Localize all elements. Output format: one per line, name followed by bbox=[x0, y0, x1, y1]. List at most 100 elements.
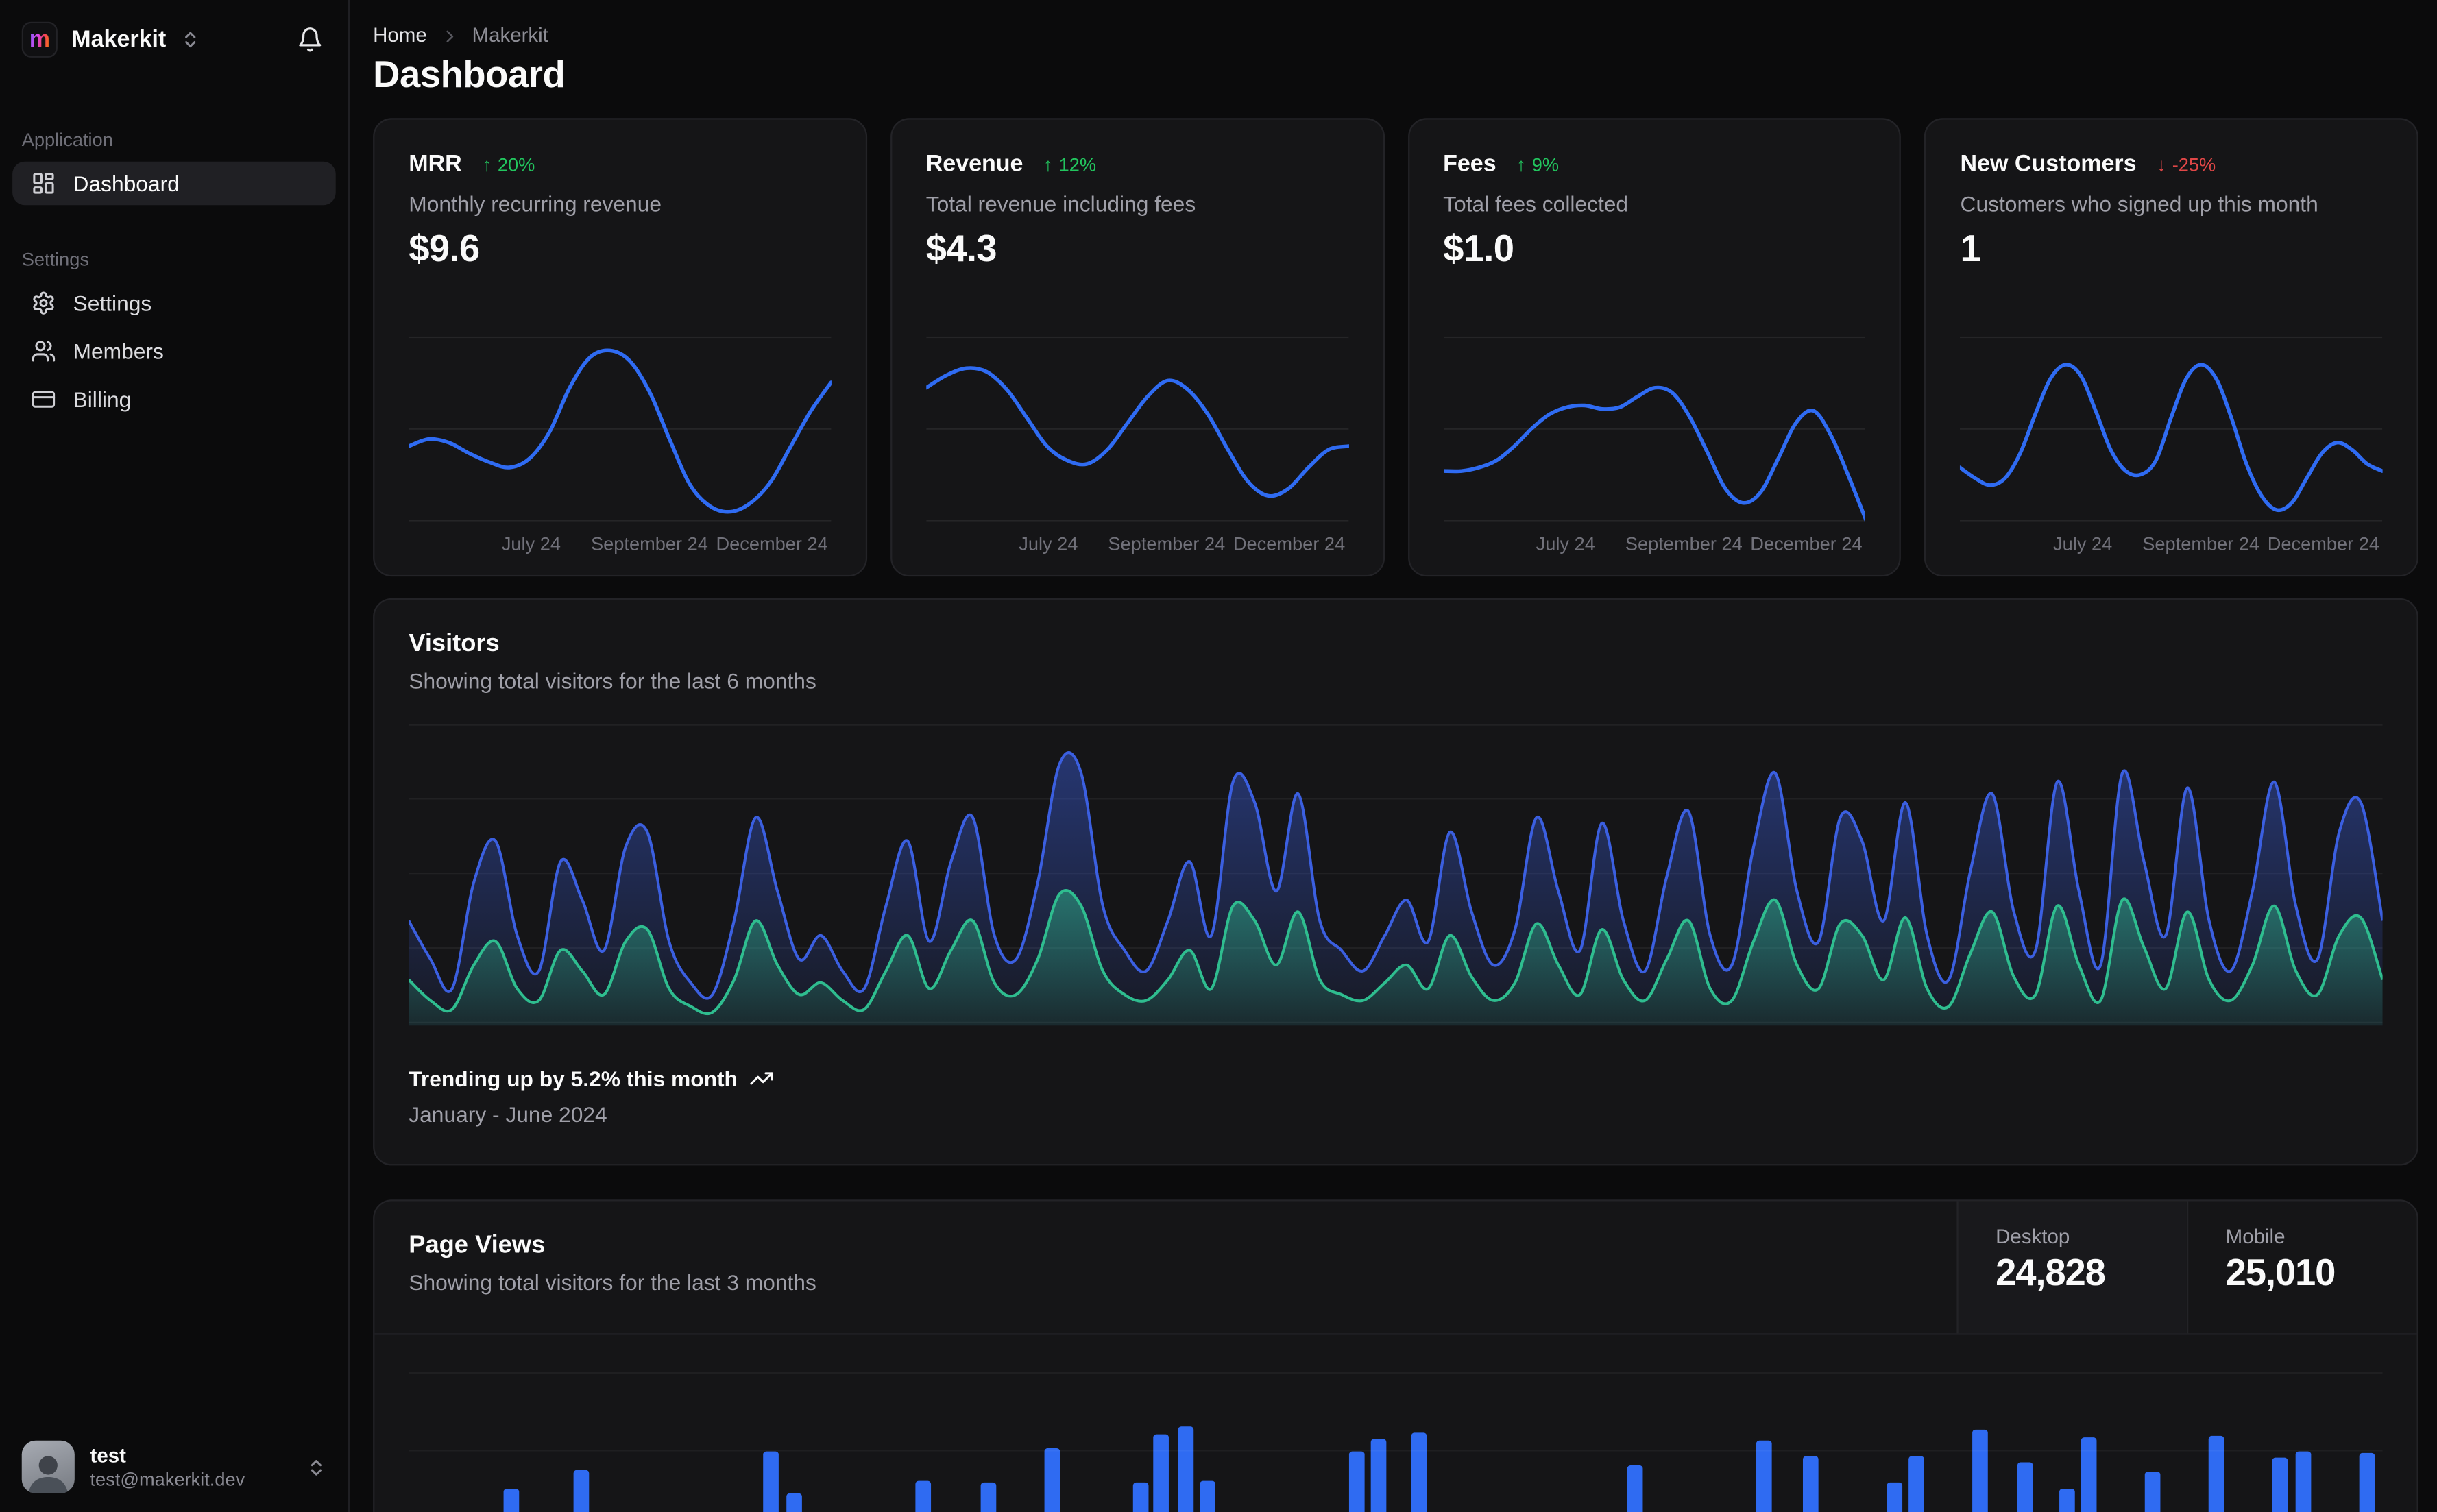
user-name: test bbox=[90, 1443, 126, 1467]
toggle-value: 24,828 bbox=[1996, 1252, 2106, 1295]
page-views-bar bbox=[1887, 1482, 1903, 1512]
x-tick: December 24 bbox=[2267, 533, 2380, 555]
x-tick: December 24 bbox=[1233, 533, 1346, 555]
page-views-bar bbox=[2144, 1472, 2161, 1512]
user-email: test@makerkit.dev bbox=[90, 1468, 245, 1491]
breadcrumb-home-link[interactable]: Home bbox=[373, 23, 427, 48]
stat-title: New Customers bbox=[1960, 150, 2137, 178]
bell-icon bbox=[297, 27, 324, 53]
page-views-bar-chart bbox=[409, 1335, 2383, 1512]
x-tick: July 24 bbox=[1536, 533, 1595, 555]
sidebar-item-members[interactable]: Members bbox=[12, 330, 336, 373]
trend-badge: ↑ 12% bbox=[1043, 153, 1096, 175]
trend-up-arrow-icon: ↑ bbox=[1043, 153, 1053, 175]
toggle-label: Desktop bbox=[1996, 1224, 2070, 1248]
page-views-bar bbox=[1627, 1465, 1643, 1512]
toggle-desktop[interactable]: Desktop 24,828 bbox=[1956, 1201, 2187, 1334]
main-content: Home Makerkit Dashboard MRR ↑ 20% Monthl… bbox=[350, 0, 2437, 1512]
x-tick: September 24 bbox=[1625, 533, 1743, 555]
x-tick: July 24 bbox=[2053, 533, 2113, 555]
spark-x-axis: July 24 September 24 December 24 bbox=[926, 522, 1348, 559]
stat-subtitle: Monthly recurring revenue bbox=[409, 191, 662, 217]
page-views-bar bbox=[786, 1493, 802, 1512]
sidebar-item-settings[interactable]: Settings bbox=[12, 281, 336, 324]
user-info: test test@makerkit.dev bbox=[90, 1443, 245, 1490]
breadcrumb: Home Makerkit bbox=[373, 23, 2418, 48]
trend-value: -25% bbox=[2172, 153, 2216, 175]
x-tick: July 24 bbox=[501, 533, 561, 555]
sidebar: m Makerkit Application Dashboard Setting… bbox=[0, 0, 350, 1512]
stat-card-mrr: MRR ↑ 20% Monthly recurring revenue $9.6… bbox=[373, 118, 867, 577]
stat-value: $1.0 bbox=[1443, 228, 1514, 271]
page-views-bar bbox=[503, 1488, 520, 1512]
trend-badge: ↑ 20% bbox=[482, 153, 535, 175]
stat-title: Fees bbox=[1443, 150, 1496, 178]
page-views-bar bbox=[573, 1470, 590, 1512]
trend-value: 12% bbox=[1058, 153, 1097, 175]
x-tick: December 24 bbox=[1750, 533, 1863, 555]
workspace-name: Makerkit bbox=[71, 26, 167, 53]
visitors-footer: Trending up by 5.2% this month January -… bbox=[409, 1066, 2382, 1127]
trend-badge: ↓ -25% bbox=[2157, 153, 2216, 175]
users-icon bbox=[31, 339, 56, 363]
page-views-bar bbox=[1370, 1439, 1387, 1512]
spark-x-axis: July 24 September 24 December 24 bbox=[1443, 522, 1865, 559]
stat-card-revenue: Revenue ↑ 12% Total revenue including fe… bbox=[890, 118, 1384, 577]
page-views-bar bbox=[1972, 1429, 1988, 1512]
stat-value: $4.3 bbox=[925, 228, 997, 271]
stat-subtitle: Customers who signed up this month bbox=[1960, 191, 2318, 217]
page-views-bar bbox=[915, 1480, 932, 1512]
avatar bbox=[21, 1440, 75, 1493]
trending-up-icon bbox=[749, 1066, 773, 1090]
visitors-trend-text: Trending up by 5.2% this month bbox=[409, 1066, 738, 1091]
page-views-bar bbox=[2272, 1457, 2288, 1512]
page-views-bar bbox=[1802, 1456, 1819, 1512]
page-views-bar bbox=[2081, 1437, 2097, 1512]
chevrons-up-down-icon bbox=[306, 1457, 326, 1477]
x-tick: December 24 bbox=[716, 533, 828, 555]
nav-section-label-settings: Settings bbox=[21, 248, 90, 271]
new-customers-sparkline-chart bbox=[1960, 336, 2383, 522]
page-views-bar bbox=[980, 1482, 997, 1512]
page-views-bar bbox=[1153, 1434, 1169, 1512]
sidebar-item-label: Billing bbox=[73, 387, 132, 412]
stat-title: Revenue bbox=[925, 150, 1023, 178]
stat-subtitle: Total fees collected bbox=[1443, 191, 1629, 217]
sidebar-item-dashboard[interactable]: Dashboard bbox=[12, 161, 336, 206]
stat-card-fees: Fees ↑ 9% Total fees collected $1.0 July… bbox=[1407, 118, 1902, 577]
visitors-area-chart bbox=[409, 724, 2383, 1026]
chevron-right-icon bbox=[439, 25, 459, 45]
credit-card-icon bbox=[31, 387, 56, 412]
page-views-bar bbox=[2359, 1452, 2375, 1512]
visitors-card: Visitors Showing total visitors for the … bbox=[373, 598, 2418, 1166]
page-views-bar bbox=[763, 1451, 779, 1512]
page-views-bar bbox=[1044, 1448, 1060, 1512]
page-views-bar bbox=[2059, 1488, 2075, 1512]
workspace-selector[interactable]: m Makerkit bbox=[21, 21, 200, 58]
makerkit-logo: m bbox=[21, 21, 58, 58]
sidebar-item-billing[interactable]: Billing bbox=[12, 378, 336, 421]
visitors-subtitle: Showing total visitors for the last 6 mo… bbox=[409, 668, 816, 694]
stat-value: 1 bbox=[1960, 228, 1981, 271]
page-title: Dashboard bbox=[373, 54, 566, 97]
chevrons-up-down-icon bbox=[180, 29, 200, 49]
page-views-header: Page Views Showing total visitors for th… bbox=[374, 1201, 2417, 1335]
page-views-bar bbox=[1411, 1432, 1427, 1512]
page-views-toggles: Desktop 24,828 Mobile 25,010 bbox=[1956, 1201, 2417, 1334]
fees-sparkline-chart bbox=[1443, 336, 1866, 522]
page-views-bar bbox=[2208, 1435, 2224, 1512]
visitors-title: Visitors bbox=[409, 631, 500, 658]
stat-cards-row: MRR ↑ 20% Monthly recurring revenue $9.6… bbox=[373, 118, 2418, 577]
notifications-bell-button[interactable] bbox=[294, 23, 327, 56]
user-menu[interactable]: test test@makerkit.dev bbox=[0, 1422, 348, 1512]
page-views-bar bbox=[1200, 1480, 1215, 1512]
page-views-bar bbox=[1348, 1451, 1365, 1512]
stat-title: MRR bbox=[409, 150, 462, 178]
sidebar-header: m Makerkit bbox=[0, 0, 348, 58]
x-tick: July 24 bbox=[1019, 533, 1078, 555]
stat-subtitle: Total revenue including fees bbox=[925, 191, 1196, 217]
makerkit-logo-letter: m bbox=[29, 26, 50, 53]
toggle-mobile[interactable]: Mobile 25,010 bbox=[2186, 1201, 2417, 1334]
gear-icon bbox=[31, 291, 56, 315]
trend-value: 9% bbox=[1531, 153, 1560, 175]
